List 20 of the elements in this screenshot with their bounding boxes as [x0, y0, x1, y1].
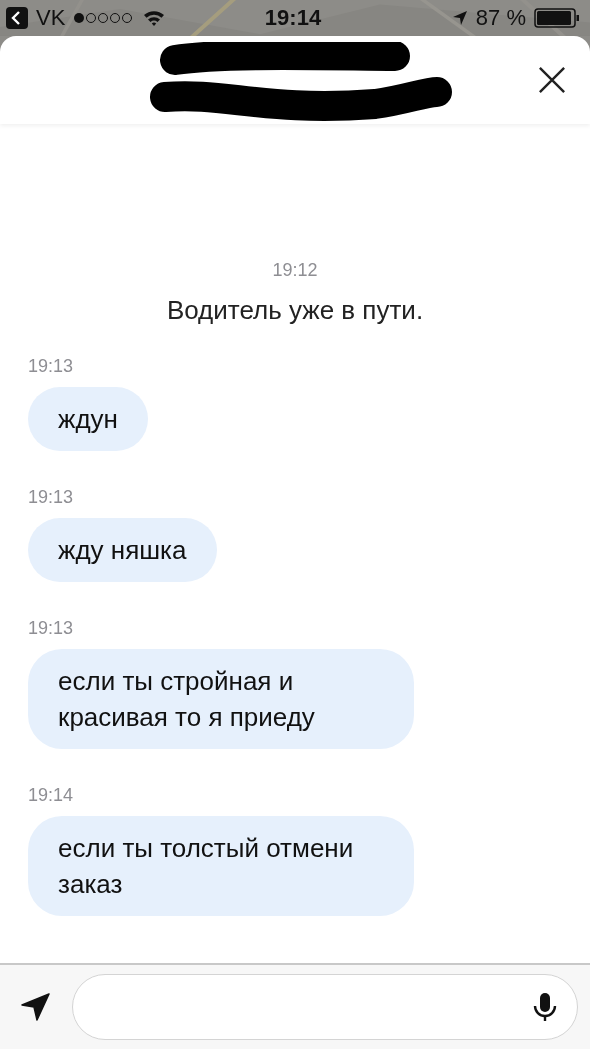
back-icon[interactable]	[6, 7, 28, 29]
back-app-label[interactable]: VK	[36, 5, 66, 31]
battery-icon	[534, 8, 580, 28]
microphone-icon[interactable]	[533, 992, 557, 1022]
close-icon[interactable]	[538, 66, 566, 94]
message-bubble: жду няшка	[28, 518, 217, 582]
location-arrow-icon[interactable]	[20, 992, 50, 1022]
message-bubble: если ты толстый отмени заказ	[28, 816, 414, 916]
battery-percent: 87 %	[475, 5, 526, 31]
message-time: 19:12	[272, 260, 318, 281]
message-bubble: ждун	[28, 387, 148, 451]
message-time: 19:13	[28, 487, 74, 508]
wifi-icon	[143, 10, 166, 26]
message-time: 19:13	[28, 618, 74, 639]
message-bubble: если ты стройная и красивая то я приеду	[28, 649, 414, 749]
status-time: 19:14	[264, 5, 322, 31]
message-time: 19:14	[28, 785, 74, 806]
message-time: 19:13	[28, 356, 74, 377]
system-message: Водитель уже в пути.	[166, 295, 424, 326]
location-arrow-icon	[451, 10, 468, 26]
